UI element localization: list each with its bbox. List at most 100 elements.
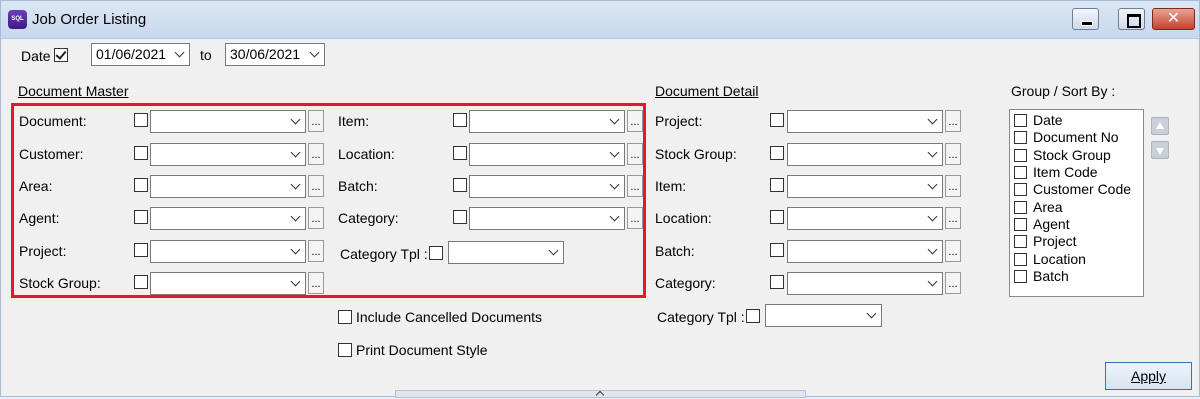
document-checkbox[interactable]	[134, 113, 148, 127]
chevron-down-icon	[609, 114, 620, 125]
detail-stock-group-label: Stock Group:	[655, 146, 737, 162]
group-sort-checkbox[interactable]	[1014, 131, 1027, 144]
customer-checkbox[interactable]	[134, 146, 148, 160]
title-bar: SQL Job Order Listing ✕	[1, 1, 1199, 39]
group-sort-checkbox[interactable]	[1014, 218, 1027, 231]
chevron-down-icon	[609, 211, 620, 222]
detail-project-label: Project:	[655, 113, 703, 129]
detail-stock-group-dropdown[interactable]	[787, 143, 943, 166]
category-browse-button[interactable]: ...	[627, 207, 643, 229]
close-button[interactable]: ✕	[1152, 8, 1195, 30]
category-tpl-checkbox[interactable]	[429, 246, 443, 260]
location-browse-button[interactable]: ...	[627, 143, 643, 165]
include-cancelled-checkbox[interactable]	[338, 310, 352, 324]
batch-browse-button[interactable]: ...	[627, 175, 643, 197]
date-to-value: 30/06/2021	[230, 46, 301, 62]
group-sort-checkbox[interactable]	[1014, 114, 1027, 127]
detail-location-browse-button[interactable]: ...	[945, 207, 961, 229]
detail-item-browse-button[interactable]: ...	[945, 175, 961, 197]
detail-project-browse-button[interactable]: ...	[945, 110, 961, 132]
maximize-button[interactable]	[1118, 8, 1145, 30]
group-sort-checkbox[interactable]	[1014, 183, 1027, 196]
stock-group-label: Stock Group:	[19, 275, 101, 291]
arrow-down-icon	[1156, 148, 1164, 155]
category-dropdown[interactable]	[469, 207, 625, 230]
group-sort-checkbox[interactable]	[1014, 235, 1027, 248]
list-item-label: Area	[1033, 199, 1063, 215]
group-sort-checkbox[interactable]	[1014, 253, 1027, 266]
date-to-dropdown[interactable]: 30/06/2021	[225, 43, 325, 66]
document-browse-button[interactable]: ...	[308, 110, 324, 132]
stock-group-dropdown[interactable]	[150, 272, 306, 295]
detail-location-checkbox[interactable]	[770, 210, 784, 224]
chevron-down-icon	[290, 179, 301, 190]
detail-category-tpl-checkbox[interactable]	[746, 309, 760, 323]
detail-project-dropdown[interactable]	[787, 110, 943, 133]
document-dropdown[interactable]	[150, 110, 306, 133]
chevron-down-icon	[290, 244, 301, 255]
document-master-title: Document Master	[18, 83, 129, 99]
batch-dropdown[interactable]	[469, 175, 625, 198]
group-sort-list[interactable]: Date Document No Stock Group Item Code C…	[1009, 109, 1144, 297]
stock-group-browse-button[interactable]: ...	[308, 272, 324, 294]
date-from-value: 01/06/2021	[96, 46, 167, 62]
group-sort-checkbox[interactable]	[1014, 201, 1027, 214]
category-checkbox[interactable]	[453, 210, 467, 224]
chevron-down-icon	[609, 147, 620, 158]
detail-stock-group-checkbox[interactable]	[770, 146, 784, 160]
detail-category-browse-button[interactable]: ...	[945, 272, 961, 294]
move-up-button[interactable]	[1151, 117, 1169, 135]
project-checkbox[interactable]	[134, 243, 148, 257]
stock-group-checkbox[interactable]	[134, 275, 148, 289]
detail-batch-dropdown[interactable]	[787, 240, 943, 263]
item-checkbox[interactable]	[453, 113, 467, 127]
chevron-down-icon	[927, 179, 938, 190]
detail-project-checkbox[interactable]	[770, 113, 784, 127]
item-browse-button[interactable]: ...	[627, 110, 643, 132]
detail-batch-browse-button[interactable]: ...	[945, 240, 961, 262]
date-checkbox[interactable]	[54, 48, 68, 62]
customer-dropdown[interactable]	[150, 143, 306, 166]
detail-location-dropdown[interactable]	[787, 207, 943, 230]
customer-browse-button[interactable]: ...	[308, 143, 324, 165]
move-down-button[interactable]	[1151, 141, 1169, 159]
area-dropdown[interactable]	[150, 175, 306, 198]
area-browse-button[interactable]: ...	[308, 175, 324, 197]
detail-item-checkbox[interactable]	[770, 178, 784, 192]
detail-item-dropdown[interactable]	[787, 175, 943, 198]
date-from-dropdown[interactable]: 01/06/2021	[91, 43, 190, 66]
detail-category-tpl-dropdown[interactable]	[765, 304, 882, 327]
project-browse-button[interactable]: ...	[308, 240, 324, 262]
agent-dropdown[interactable]	[150, 207, 306, 230]
list-item-label: Customer Code	[1033, 181, 1132, 197]
agent-checkbox[interactable]	[134, 210, 148, 224]
detail-stock-group-browse-button[interactable]: ...	[945, 143, 961, 165]
apply-button[interactable]: Apply	[1105, 362, 1192, 390]
item-label: Item:	[338, 113, 370, 129]
chevron-down-icon	[174, 47, 185, 58]
print-document-style-label: Print Document Style	[356, 342, 488, 358]
group-sort-checkbox[interactable]	[1014, 270, 1027, 283]
chevron-down-icon	[309, 47, 320, 58]
batch-checkbox[interactable]	[453, 178, 467, 192]
customer-label: Customer:	[19, 146, 84, 162]
detail-batch-checkbox[interactable]	[770, 243, 784, 257]
group-sort-checkbox[interactable]	[1014, 166, 1027, 179]
list-item-label: Date	[1033, 112, 1063, 128]
item-dropdown[interactable]	[469, 110, 625, 133]
area-checkbox[interactable]	[134, 178, 148, 192]
detail-category-dropdown[interactable]	[787, 272, 943, 295]
agent-browse-button[interactable]: ...	[308, 207, 324, 229]
chevron-down-icon	[927, 244, 938, 255]
detail-category-checkbox[interactable]	[770, 275, 784, 289]
close-icon: ✕	[1166, 10, 1181, 27]
print-document-style-checkbox[interactable]	[338, 343, 352, 357]
location-dropdown[interactable]	[469, 143, 625, 166]
chevron-down-icon	[290, 147, 301, 158]
group-sort-checkbox[interactable]	[1014, 149, 1027, 162]
location-checkbox[interactable]	[453, 146, 467, 160]
category-tpl-dropdown[interactable]	[448, 241, 564, 264]
list-item-label: Batch	[1033, 268, 1069, 284]
project-dropdown[interactable]	[150, 240, 306, 263]
minimize-button[interactable]	[1072, 8, 1099, 30]
